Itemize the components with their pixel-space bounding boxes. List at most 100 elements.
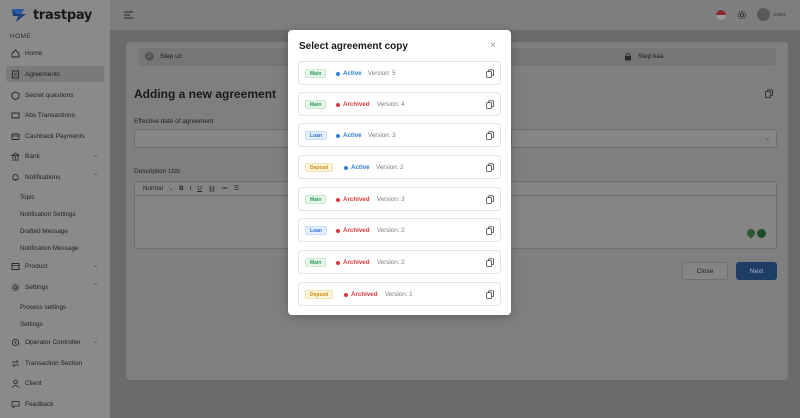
version-label: Version: 3 (377, 196, 405, 203)
copy-icon[interactable] (486, 258, 494, 267)
sidebar-item-operator-controller[interactable]: Operator Controller ⌄ (6, 334, 104, 350)
sidebar-subitem-process-settings[interactable]: Process settings (20, 304, 66, 311)
agreement-copy-row[interactable]: Main Active Version: 5 (298, 61, 501, 85)
status-label: Archived (343, 196, 370, 203)
sidebar-item-settings[interactable]: Settings ⌃ (6, 279, 104, 295)
status-badge: Archived (336, 100, 369, 109)
sidebar-item-agreements[interactable]: Agreements (6, 66, 104, 82)
status-dot-icon (344, 292, 348, 297)
sidebar-item-transaction-section[interactable]: Transaction Section (6, 355, 104, 371)
agreement-type-badge: Main (305, 195, 327, 204)
user-menu[interactable]: USER (757, 8, 786, 21)
bold-button[interactable]: B (179, 185, 183, 192)
sidebar-item-bank[interactable]: Bank ⌄ (6, 148, 104, 164)
sidebar-subitem-notification-message[interactable]: Notification Message (20, 245, 78, 252)
chevron-down-icon: ⌄ (92, 263, 98, 269)
feedback-icon (11, 400, 20, 409)
sidebar-item-abs-transactions[interactable]: Abs Transactions (6, 107, 104, 123)
sidebar: trastpay HOME Home Agreements Secret que… (0, 0, 110, 418)
agreement-copy-row[interactable]: Deposit Archived Version: 1 (298, 282, 501, 306)
editor-extension-icons (745, 227, 766, 239)
step-kaa[interactable]: Step kaa (624, 52, 664, 61)
sidebar-item-notifications[interactable]: Notifications ⌃ (6, 169, 104, 185)
copy-icon[interactable] (486, 131, 494, 140)
status-label: Archived (343, 227, 370, 234)
agreement-copy-row[interactable]: Main Archived Version: 2 (298, 250, 501, 274)
lock-icon (625, 52, 631, 61)
sidebar-item-label: Home (25, 49, 43, 57)
copy-icon[interactable] (486, 69, 494, 78)
status-label: Active (343, 70, 362, 77)
copy-icon[interactable] (486, 163, 494, 172)
logo-mark-icon (12, 9, 26, 22)
sidebar-item-cashback-payments[interactable]: Cashback Payments (6, 128, 104, 144)
ordered-list-button[interactable]: ≔ (222, 185, 228, 192)
sidebar-subitem-topic[interactable]: Topic (20, 194, 35, 201)
copy-icon[interactable] (486, 195, 494, 204)
bank-icon (11, 152, 20, 161)
status-badge: Active (336, 69, 362, 78)
wallet-icon (11, 132, 20, 141)
step-label: Step kaa (638, 53, 664, 60)
user-icon (11, 379, 20, 388)
sidebar-subitem-settings[interactable]: Settings (20, 321, 43, 328)
status-badge: Archived (336, 195, 369, 204)
modal-title: Select agreement copy (299, 41, 408, 52)
agreement-copy-row[interactable]: Loan Archived Version: 2 (298, 218, 501, 242)
avatar (757, 8, 770, 21)
settings-gear-icon[interactable] (737, 10, 747, 20)
sidebar-item-home[interactable]: Home (6, 45, 104, 61)
sidebar-item-label: Feedback (25, 400, 54, 408)
sidebar-subitem-drafted-message[interactable]: Drafted Message (20, 228, 68, 235)
status-badge: Archived (336, 226, 369, 235)
link-button[interactable]: ⛓ (208, 185, 216, 193)
agreement-copy-row[interactable]: Deposit Active Version: 2 (298, 155, 501, 179)
sidebar-item-feedback[interactable]: Feedback (6, 396, 104, 412)
bullet-list-button[interactable]: ☰ (234, 185, 240, 192)
status-dot-icon (344, 165, 348, 170)
version-label: Version: 3 (368, 132, 396, 139)
menu-toggle-icon[interactable] (124, 11, 133, 19)
status-dot-icon (336, 102, 340, 107)
gear-icon (11, 283, 20, 292)
copy-icon[interactable] (765, 89, 773, 98)
agreement-copy-row[interactable]: Main Archived Version: 3 (298, 187, 501, 211)
operator-icon (11, 338, 20, 347)
sidebar-subitem-notification-settings[interactable]: Notification Settings (20, 211, 76, 218)
sidebar-item-client[interactable]: Client (6, 375, 104, 391)
user-name: USER (773, 12, 786, 17)
sidebar-item-product[interactable]: Product ⌄ (6, 258, 104, 274)
next-button[interactable]: Next (736, 262, 777, 280)
version-label: Version: 2 (376, 164, 404, 171)
underline-button[interactable]: U (197, 185, 201, 192)
step-uz[interactable]: ✓ Step uz (145, 52, 182, 61)
agreement-type-badge: Main (305, 100, 327, 109)
copy-icon[interactable] (486, 100, 494, 109)
bell-icon (11, 173, 20, 182)
select-agreement-copy-modal: Select agreement copy × Main Active Versio… (288, 30, 511, 315)
app-logo[interactable]: trastpay (10, 7, 92, 23)
agreement-type-select[interactable]: ⌄ (511, 129, 777, 148)
chevron-down-icon: ⌄ (92, 153, 98, 159)
pin-icon[interactable] (745, 227, 757, 239)
description-label: Description Uzb (134, 168, 180, 175)
agreement-type-badge: Main (305, 69, 327, 78)
agreement-copy-row[interactable]: Main Archived Version: 4 (298, 92, 501, 116)
step-label: Step uz (160, 53, 183, 60)
copy-icon[interactable] (486, 226, 494, 235)
agreement-copy-row[interactable]: Loan Active Version: 3 (298, 123, 501, 147)
close-icon[interactable]: × (490, 41, 496, 51)
grammar-check-icon[interactable] (757, 229, 766, 238)
version-label: Version: 1 (385, 291, 413, 298)
language-flag-icon[interactable] (716, 10, 726, 20)
sidebar-item-secret-questions[interactable]: Secret questions (6, 87, 104, 103)
sidebar-item-label: Abs Transactions (25, 111, 75, 119)
effective-date-input[interactable] (134, 129, 294, 148)
status-badge: Archived (336, 258, 369, 267)
italic-button[interactable]: I (190, 185, 192, 192)
check-circle-icon: ✓ (145, 52, 154, 61)
copy-icon[interactable] (486, 290, 494, 299)
text-style-select[interactable]: Normal (143, 185, 163, 192)
close-button[interactable]: Close (682, 262, 728, 280)
status-label: Active (343, 132, 362, 139)
